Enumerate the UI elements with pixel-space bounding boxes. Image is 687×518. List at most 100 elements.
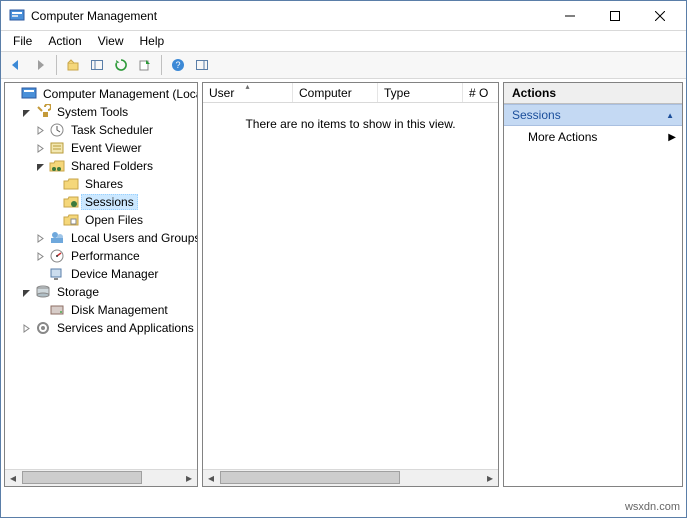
tree-hscroll[interactable]: ◂ ▸ [5,469,197,486]
actions-item-more[interactable]: More Actions ▶ [504,126,682,148]
refresh-button[interactable] [110,54,132,76]
clock-icon [49,122,65,138]
scrollbar-thumb[interactable] [22,471,142,484]
chevron-down-icon[interactable] [33,159,47,173]
tree-node-disk-management[interactable]: Disk Management [5,301,197,319]
col-label: # O [469,86,488,100]
tree-node-performance[interactable]: Performance [5,247,197,265]
tree-label: Local Users and Groups [67,230,197,246]
users-icon [49,230,65,246]
col-label: User [209,86,234,100]
scrollbar-thumb[interactable] [220,471,400,484]
menu-bar: File Action View Help [1,31,686,51]
disk-icon [49,302,65,318]
chevron-down-icon[interactable] [19,105,33,119]
sessions-icon [63,194,79,210]
scroll-left-icon[interactable]: ◂ [203,470,219,485]
chevron-right-icon[interactable] [33,123,47,137]
minimize-button[interactable] [547,2,592,30]
actions-section-sessions[interactable]: Sessions ▲ [504,104,682,126]
chevron-right-icon[interactable] [33,231,47,245]
chevron-right-icon[interactable] [33,249,47,263]
collapse-up-icon[interactable]: ▲ [666,111,674,120]
title-bar: Computer Management [1,1,686,31]
toolbar: ? [1,51,686,79]
nav-tree[interactable]: Computer Management (Local) System Tools… [5,83,197,469]
tree-node-event-viewer[interactable]: Event Viewer [5,139,197,157]
tree-node-task-scheduler[interactable]: Task Scheduler [5,121,197,139]
up-button[interactable] [62,54,84,76]
col-user[interactable]: User ▴ [203,83,293,102]
menu-action[interactable]: Action [40,32,89,50]
services-icon [35,320,51,336]
storage-icon [35,284,51,300]
scroll-right-icon[interactable]: ▸ [181,470,197,485]
col-type[interactable]: Type [378,83,463,102]
tree-label: Shares [81,176,127,192]
list-pane: User ▴ Computer Type # O There are no it… [202,82,499,487]
app-icon [9,8,25,24]
actions-item-label: More Actions [528,130,597,144]
actions-pane: Actions Sessions ▲ More Actions ▶ [503,82,683,487]
list-header: User ▴ Computer Type # O [203,83,498,103]
shares-icon [63,176,79,192]
menu-file[interactable]: File [5,32,40,50]
tree-node-sessions[interactable]: Sessions [5,193,197,211]
tree-node-storage[interactable]: Storage [5,283,197,301]
show-hide-tree-button[interactable] [86,54,108,76]
sort-asc-icon: ▴ [245,82,249,91]
forward-button[interactable] [29,54,51,76]
tree-label: Services and Applications [53,320,197,336]
tree-node-root[interactable]: Computer Management (Local) [5,85,197,103]
svg-text:?: ? [175,60,180,70]
shared-folder-icon [49,158,65,174]
tools-icon [35,104,51,120]
tree-node-services-apps[interactable]: Services and Applications [5,319,197,337]
event-icon [49,140,65,156]
tree-node-device-manager[interactable]: Device Manager [5,265,197,283]
help-button[interactable]: ? [167,54,189,76]
scroll-left-icon[interactable]: ◂ [5,470,21,485]
tree-label: Disk Management [67,302,172,318]
toolbar-separator [56,55,57,75]
tree-node-open-files[interactable]: Open Files [5,211,197,229]
tree-label: Open Files [81,212,147,228]
close-button[interactable] [637,2,682,30]
back-button[interactable] [5,54,27,76]
tree-label: System Tools [53,104,132,120]
tree-node-local-users[interactable]: Local Users and Groups [5,229,197,247]
tree-label: Task Scheduler [67,122,157,138]
chevron-right-icon: ▶ [668,132,676,143]
tree-label: Storage [53,284,103,300]
list-body: There are no items to show in this view. [203,103,498,469]
chevron-down-icon[interactable] [19,285,33,299]
export-button[interactable] [134,54,156,76]
show-hide-action-pane-button[interactable] [191,54,213,76]
menu-view[interactable]: View [90,32,132,50]
tree-label: Device Manager [67,266,162,282]
empty-message: There are no items to show in this view. [245,117,455,469]
tree-node-shared-folders[interactable]: Shared Folders [5,157,197,175]
chevron-right-icon[interactable] [33,141,47,155]
computer-mgmt-icon [21,86,37,102]
col-label: Computer [299,86,352,100]
window-title: Computer Management [31,9,157,23]
tree-node-system-tools[interactable]: System Tools [5,103,197,121]
tree-label: Sessions [81,194,138,210]
tree-label: Performance [67,248,144,264]
maximize-button[interactable] [592,2,637,30]
tree-label: Shared Folders [67,158,157,174]
actions-title: Actions [504,83,682,104]
tree-label: Computer Management (Local) [39,86,197,102]
menu-help[interactable]: Help [132,32,173,50]
actions-section-label: Sessions [512,108,561,122]
tree-node-shares[interactable]: Shares [5,175,197,193]
chevron-right-icon[interactable] [19,321,33,335]
tree-pane: Computer Management (Local) System Tools… [4,82,198,487]
scroll-right-icon[interactable]: ▸ [482,470,498,485]
list-hscroll[interactable]: ◂ ▸ [203,469,498,486]
toolbar-separator [161,55,162,75]
col-computer[interactable]: Computer [293,83,378,102]
col-open[interactable]: # O [463,83,498,102]
body-area: Computer Management (Local) System Tools… [2,80,685,489]
